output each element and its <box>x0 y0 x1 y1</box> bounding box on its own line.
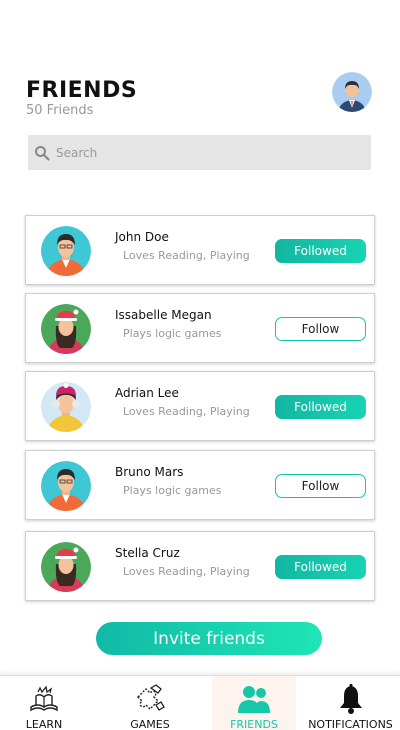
search-icon <box>35 145 50 161</box>
friend-description: Plays logic games <box>123 327 222 340</box>
friend-avatar <box>41 226 91 276</box>
nav-label: FRIENDS <box>230 718 278 730</box>
nav-games[interactable]: GAMES <box>108 676 192 730</box>
invite-friends-button[interactable]: Invite friends <box>96 622 322 655</box>
followed-button[interactable]: Followed <box>275 239 366 263</box>
friend-description: Loves Reading, Playing <box>123 405 250 418</box>
friend-description: Plays logic games <box>123 484 222 497</box>
profile-avatar[interactable] <box>332 72 372 112</box>
friend-card: Issabelle Megan Plays logic games Follow <box>25 293 375 363</box>
puzzle-icon <box>137 684 165 711</box>
bottom-navigation: LEARN GAMES FRIENDS NOTIFICATIONS <box>0 675 400 730</box>
friend-card: Adrian Lee Loves Reading, Playing Follow… <box>25 371 375 441</box>
friend-count: 50 Friends <box>26 103 94 118</box>
friend-card: Bruno Mars Plays logic games Follow <box>25 450 375 520</box>
friend-name: John Doe <box>115 230 169 244</box>
friend-name: Adrian Lee <box>115 386 179 400</box>
friend-description: Loves Reading, Playing <box>123 565 250 578</box>
nav-label: GAMES <box>130 718 170 730</box>
followed-button[interactable]: Followed <box>275 555 366 579</box>
friend-avatar <box>41 304 91 354</box>
page-header: FRIENDS 50 Friends <box>26 78 137 118</box>
people-icon <box>238 686 270 713</box>
bell-icon <box>339 684 362 714</box>
search-bar[interactable] <box>28 135 371 170</box>
friend-name: Bruno Mars <box>115 465 184 479</box>
nav-learn[interactable]: LEARN <box>0 676 88 730</box>
friend-description: Loves Reading, Playing <box>123 249 250 262</box>
friend-avatar <box>41 382 91 432</box>
search-input[interactable] <box>56 145 346 160</box>
friend-avatar <box>41 461 91 511</box>
follow-button[interactable]: Follow <box>275 317 366 341</box>
friend-name: Issabelle Megan <box>115 308 212 322</box>
friend-card: Stella Cruz Loves Reading, Playing Follo… <box>25 531 375 601</box>
followed-button[interactable]: Followed <box>275 395 366 419</box>
friend-name: Stella Cruz <box>115 546 180 560</box>
nav-friends[interactable]: FRIENDS <box>212 676 296 730</box>
page-title: FRIENDS <box>26 78 138 103</box>
nav-label: LEARN <box>25 718 63 730</box>
friend-avatar <box>41 542 91 592</box>
open-book-icon <box>30 685 58 712</box>
friend-card: John Doe Loves Reading, Playing Followed <box>25 215 375 285</box>
nav-label: NOTIFICATIONS <box>308 718 393 730</box>
nav-notifications[interactable]: NOTIFICATIONS <box>303 676 398 730</box>
follow-button[interactable]: Follow <box>275 474 366 498</box>
